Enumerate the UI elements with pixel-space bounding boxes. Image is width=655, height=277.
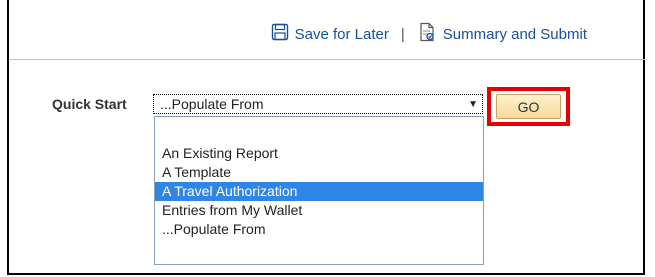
select-value: ...Populate From <box>160 96 264 112</box>
option-populate-from[interactable]: ...Populate From <box>155 220 483 239</box>
quick-start-label: Quick Start <box>52 96 127 112</box>
summary-and-submit-link[interactable]: Summary and Submit <box>417 22 587 46</box>
dropdown-arrow-icon[interactable]: ▼ <box>468 99 478 110</box>
go-button[interactable]: GO <box>496 94 561 119</box>
header-divider <box>9 59 645 60</box>
save-for-later-link[interactable]: Save for Later <box>271 23 389 45</box>
toolbar-separator: | <box>400 25 405 43</box>
action-toolbar: Save for Later | Summary and Submit <box>271 22 587 46</box>
option-travel-authorization[interactable]: A Travel Authorization <box>155 182 483 201</box>
populate-from-options-list: An Existing Report A Template A Travel A… <box>154 116 484 265</box>
blank-option[interactable] <box>155 117 483 144</box>
summary-and-submit-label: Summary and Submit <box>442 25 587 43</box>
go-button-highlight: GO <box>487 87 570 126</box>
save-icon <box>271 23 289 45</box>
save-for-later-label: Save for Later <box>294 25 389 43</box>
option-existing-report[interactable]: An Existing Report <box>155 144 483 163</box>
populate-from-select[interactable]: ...Populate From ▼ <box>153 94 483 114</box>
option-template[interactable]: A Template <box>155 163 483 182</box>
option-entries-from-wallet[interactable]: Entries from My Wallet <box>155 201 483 220</box>
summary-document-icon <box>417 22 437 46</box>
